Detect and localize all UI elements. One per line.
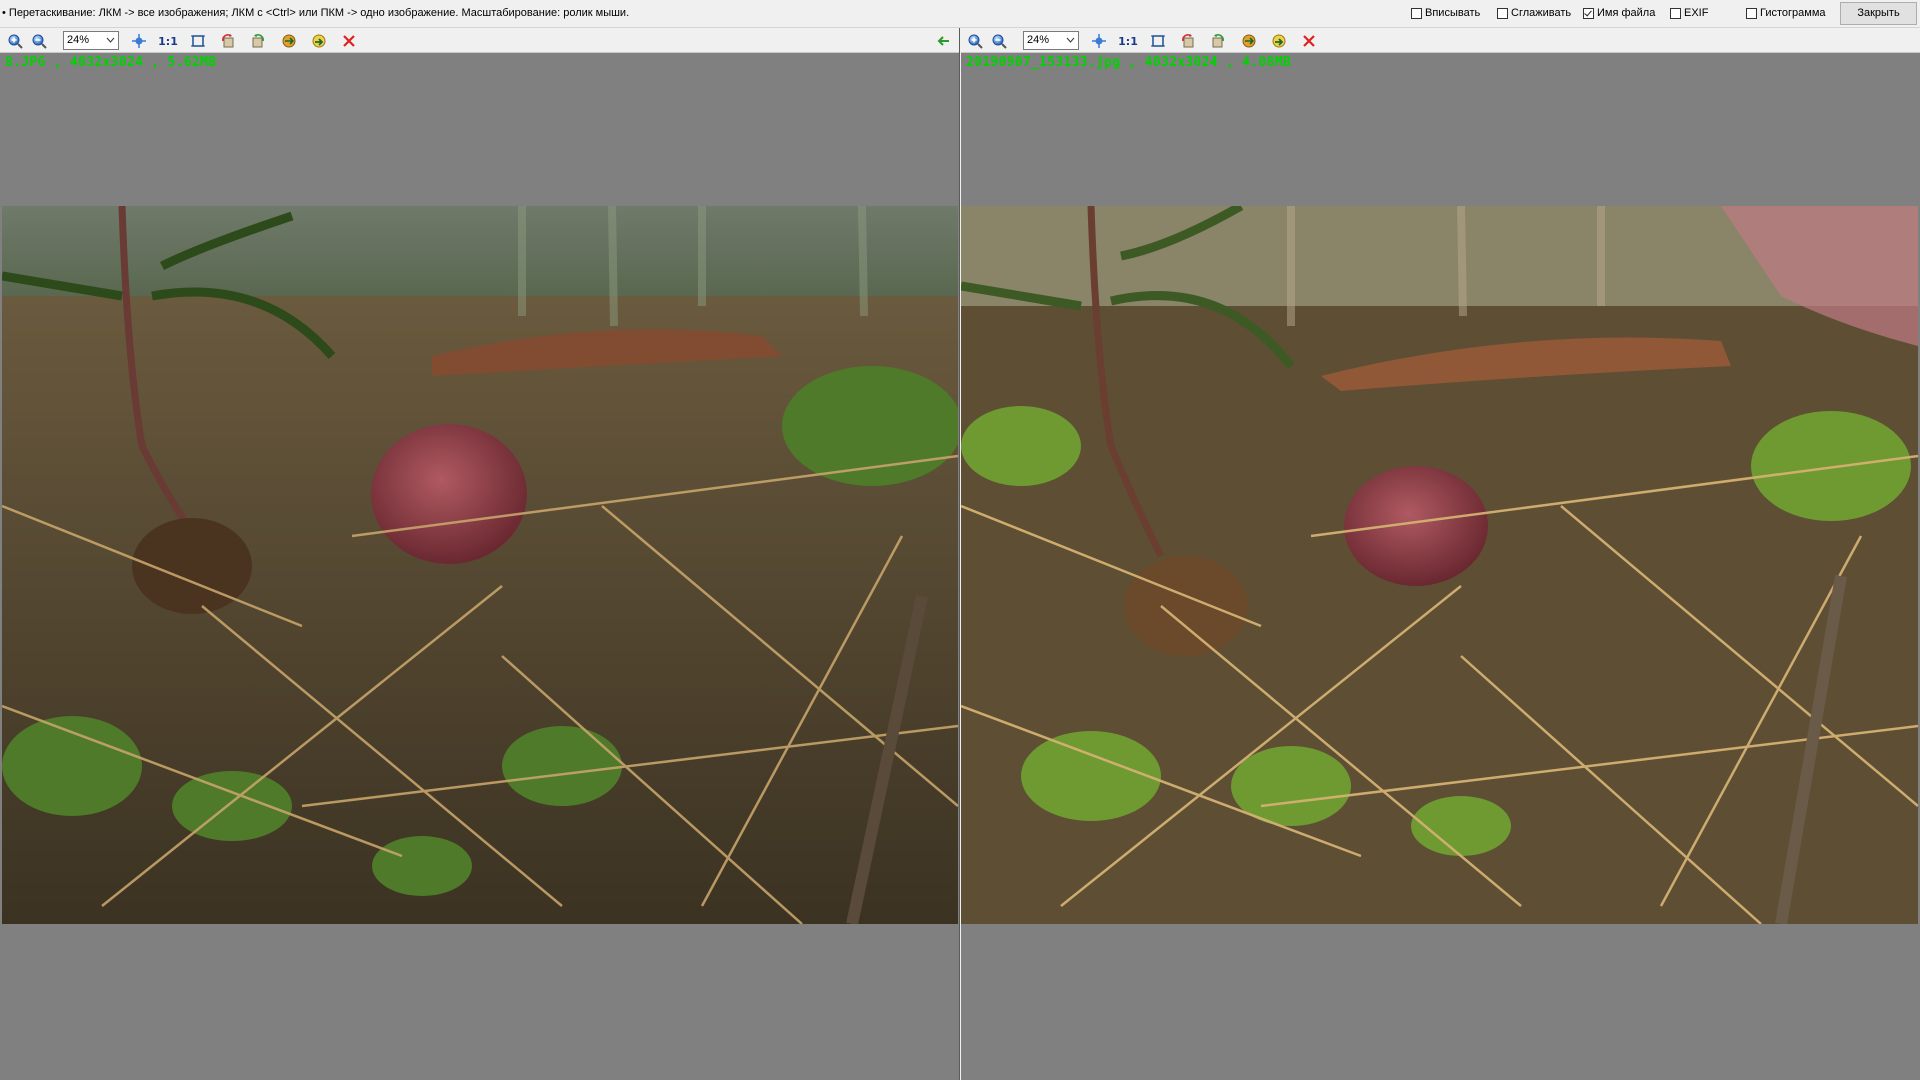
filename-checkbox[interactable]: Имя файла [1583, 7, 1655, 19]
right-image-pane[interactable]: 24% 1:1 20190907_153133.jpg , 4032x3024 … [961, 28, 1920, 1080]
fit-icon[interactable] [129, 31, 149, 51]
checkbox-label: Имя файла [1597, 7, 1656, 19]
forest-floor-photo [2, 206, 958, 924]
zoom-select[interactable]: 24% [63, 31, 119, 50]
smooth-checkbox[interactable]: Сглаживать [1497, 7, 1571, 19]
right-photo[interactable] [961, 206, 1918, 924]
rotate-left-icon[interactable] [218, 31, 238, 51]
actual-size-button[interactable]: 1:1 [158, 31, 178, 51]
right-toolbar: 24% 1:1 [961, 28, 1920, 53]
chevron-down-icon [106, 34, 115, 52]
checkbox-box[interactable] [1411, 7, 1422, 19]
flip-icon[interactable] [1239, 31, 1259, 51]
zoom-out-icon[interactable] [29, 31, 49, 51]
fit-checkbox[interactable]: Вписывать [1411, 7, 1480, 19]
close-icon[interactable] [339, 31, 359, 51]
file-info-label: 20190907_153133.jpg , 4032x3024 , 4.08MB [966, 55, 1292, 70]
checkbox-box[interactable] [1746, 7, 1757, 19]
left-image-pane[interactable]: 24% 1:1 8.JPG , 4032x3024 , 5.62MB [0, 28, 960, 1080]
histogram-checkbox[interactable]: Гистограмма [1746, 7, 1826, 19]
checkbox-label: Сглаживать [1511, 7, 1572, 19]
actual-size-button[interactable]: 1:1 [1118, 31, 1138, 51]
forest-floor-photo [961, 206, 1918, 924]
rotate-right-icon[interactable] [248, 31, 268, 51]
flip-icon[interactable] [279, 31, 299, 51]
close-icon[interactable] [1299, 31, 1319, 51]
crop-frame-icon[interactable] [1148, 31, 1168, 51]
checkbox-label: Гистограмма [1760, 7, 1826, 19]
checkbox-label: EXIF [1684, 7, 1709, 19]
back-arrow-icon[interactable] [934, 31, 954, 51]
crop-frame-icon[interactable] [188, 31, 208, 51]
checkbox-label: Вписывать [1425, 7, 1481, 19]
checkbox-box[interactable] [1583, 7, 1594, 19]
close-button[interactable]: Закрыть [1840, 2, 1917, 25]
left-photo[interactable] [2, 206, 958, 924]
checkbox-box[interactable] [1497, 7, 1508, 19]
top-bar: • Перетаскивание: ЛКМ -> все изображения… [0, 0, 1920, 28]
zoom-value: 24% [1027, 34, 1050, 46]
zoom-out-icon[interactable] [989, 31, 1009, 51]
usage-hint: • Перетаскивание: ЛКМ -> все изображения… [2, 7, 630, 19]
left-toolbar: 24% 1:1 [0, 28, 959, 53]
zoom-value: 24% [67, 34, 90, 46]
chevron-down-icon [1066, 34, 1075, 52]
save-icon[interactable] [309, 31, 329, 51]
zoom-in-icon[interactable] [965, 31, 985, 51]
zoom-select[interactable]: 24% [1023, 31, 1079, 50]
rotate-left-icon[interactable] [1178, 31, 1198, 51]
rotate-right-icon[interactable] [1208, 31, 1228, 51]
zoom-in-icon[interactable] [5, 31, 25, 51]
file-info-label: 8.JPG , 4032x3024 , 5.62MB [5, 55, 217, 70]
exif-checkbox[interactable]: EXIF [1670, 7, 1708, 19]
checkbox-box[interactable] [1670, 7, 1681, 19]
fit-icon[interactable] [1089, 31, 1109, 51]
save-icon[interactable] [1269, 31, 1289, 51]
